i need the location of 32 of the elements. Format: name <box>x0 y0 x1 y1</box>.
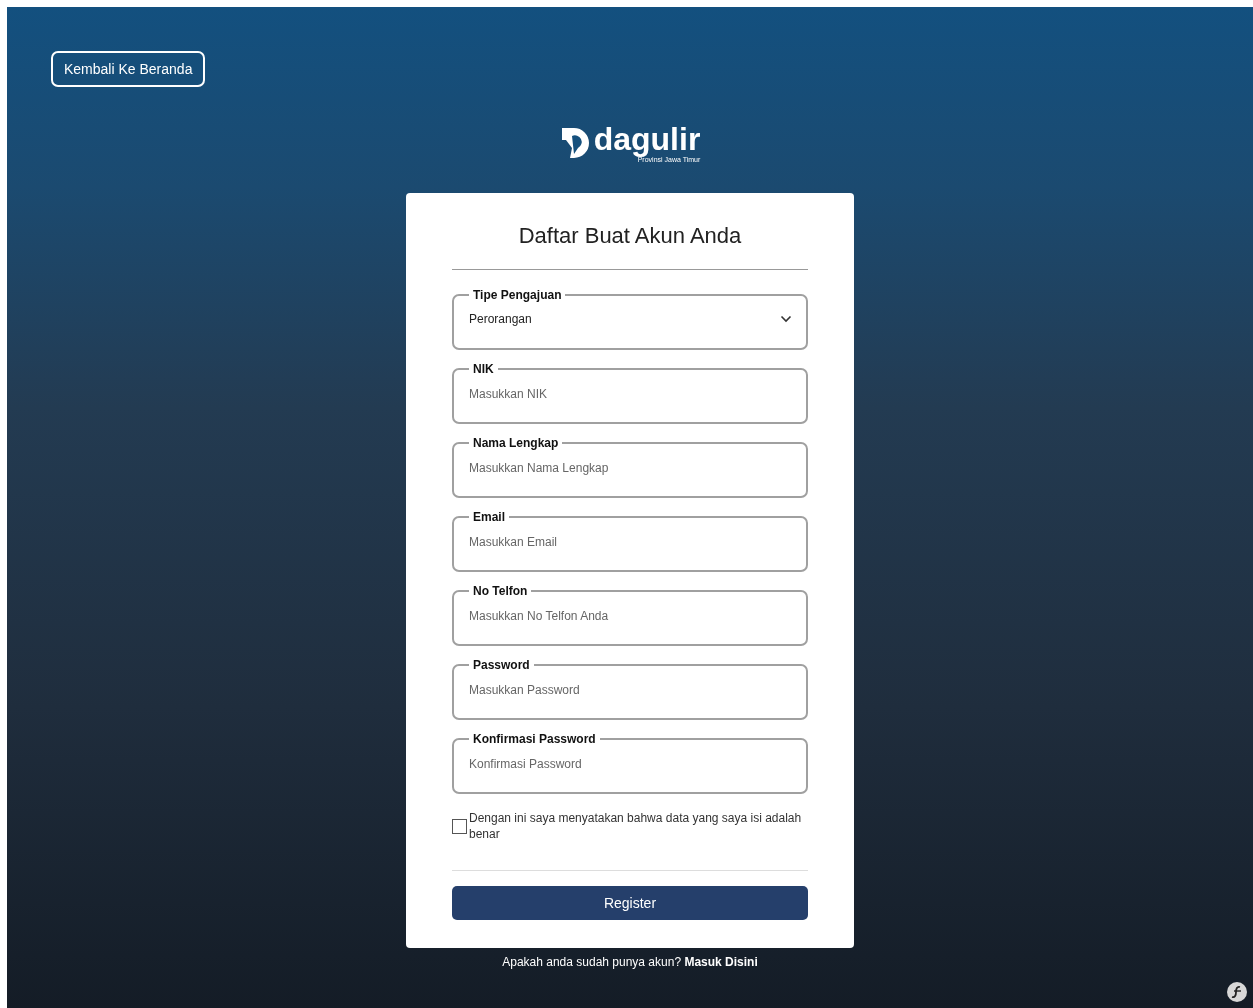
field-label: Tipe Pengajuan <box>472 288 563 302</box>
back-button[interactable]: Kembali Ke Beranda <box>51 51 206 87</box>
form-title: Daftar Buat Akun Anda <box>517 223 743 249</box>
logo-name: dagulir <box>593 122 701 156</box>
register-button[interactable]: Register <box>452 886 808 920</box>
field-label: No Telfon <box>472 584 529 598</box>
input-field[interactable]: No Telfon Masukkan No Telfon Anda <box>452 584 808 646</box>
field-label: Nama Lengkap <box>472 436 560 450</box>
agreement-checkbox[interactable] <box>452 818 467 834</box>
select-field[interactable]: Tipe Pengajuan Perorangan <box>452 288 808 350</box>
chevron-down-icon <box>780 315 792 323</box>
input-field[interactable]: Konfirmasi Password Konfirmasi Password <box>452 732 808 794</box>
text-input[interactable]: Masukkan Password <box>469 672 792 708</box>
select-value: Perorangan <box>469 312 532 326</box>
field-label: NIK <box>472 362 495 376</box>
debug-toolbar-icon[interactable] <box>1227 982 1247 1002</box>
login-link[interactable]: Masuk Disini <box>684 955 758 969</box>
logo-icon <box>559 126 590 160</box>
field-label: Email <box>472 510 506 524</box>
input-field[interactable]: Password Masukkan Password <box>452 658 808 720</box>
input-field[interactable]: NIK Masukkan NIK <box>452 362 808 424</box>
agreement-text: Dengan ini saya menyatakan bahwa data yang saya isi adalah benar <box>469 810 803 842</box>
text-input[interactable]: Masukkan Email <box>469 524 792 560</box>
text-input[interactable]: Konfirmasi Password <box>469 746 792 782</box>
login-prompt: Apakah anda sudah punya akun? Masuk Disini <box>502 955 758 969</box>
input-field[interactable]: Nama Lengkap Masukkan Nama Lengkap <box>452 436 808 498</box>
text-input[interactable]: Masukkan NIK <box>469 376 792 412</box>
field-label: Password <box>472 658 531 672</box>
input-field[interactable]: Email Masukkan Email <box>452 510 808 572</box>
text-input[interactable]: Masukkan No Telfon Anda <box>469 598 792 634</box>
field-label: Konfirmasi Password <box>472 732 597 746</box>
text-input[interactable]: Masukkan Nama Lengkap <box>469 450 792 486</box>
